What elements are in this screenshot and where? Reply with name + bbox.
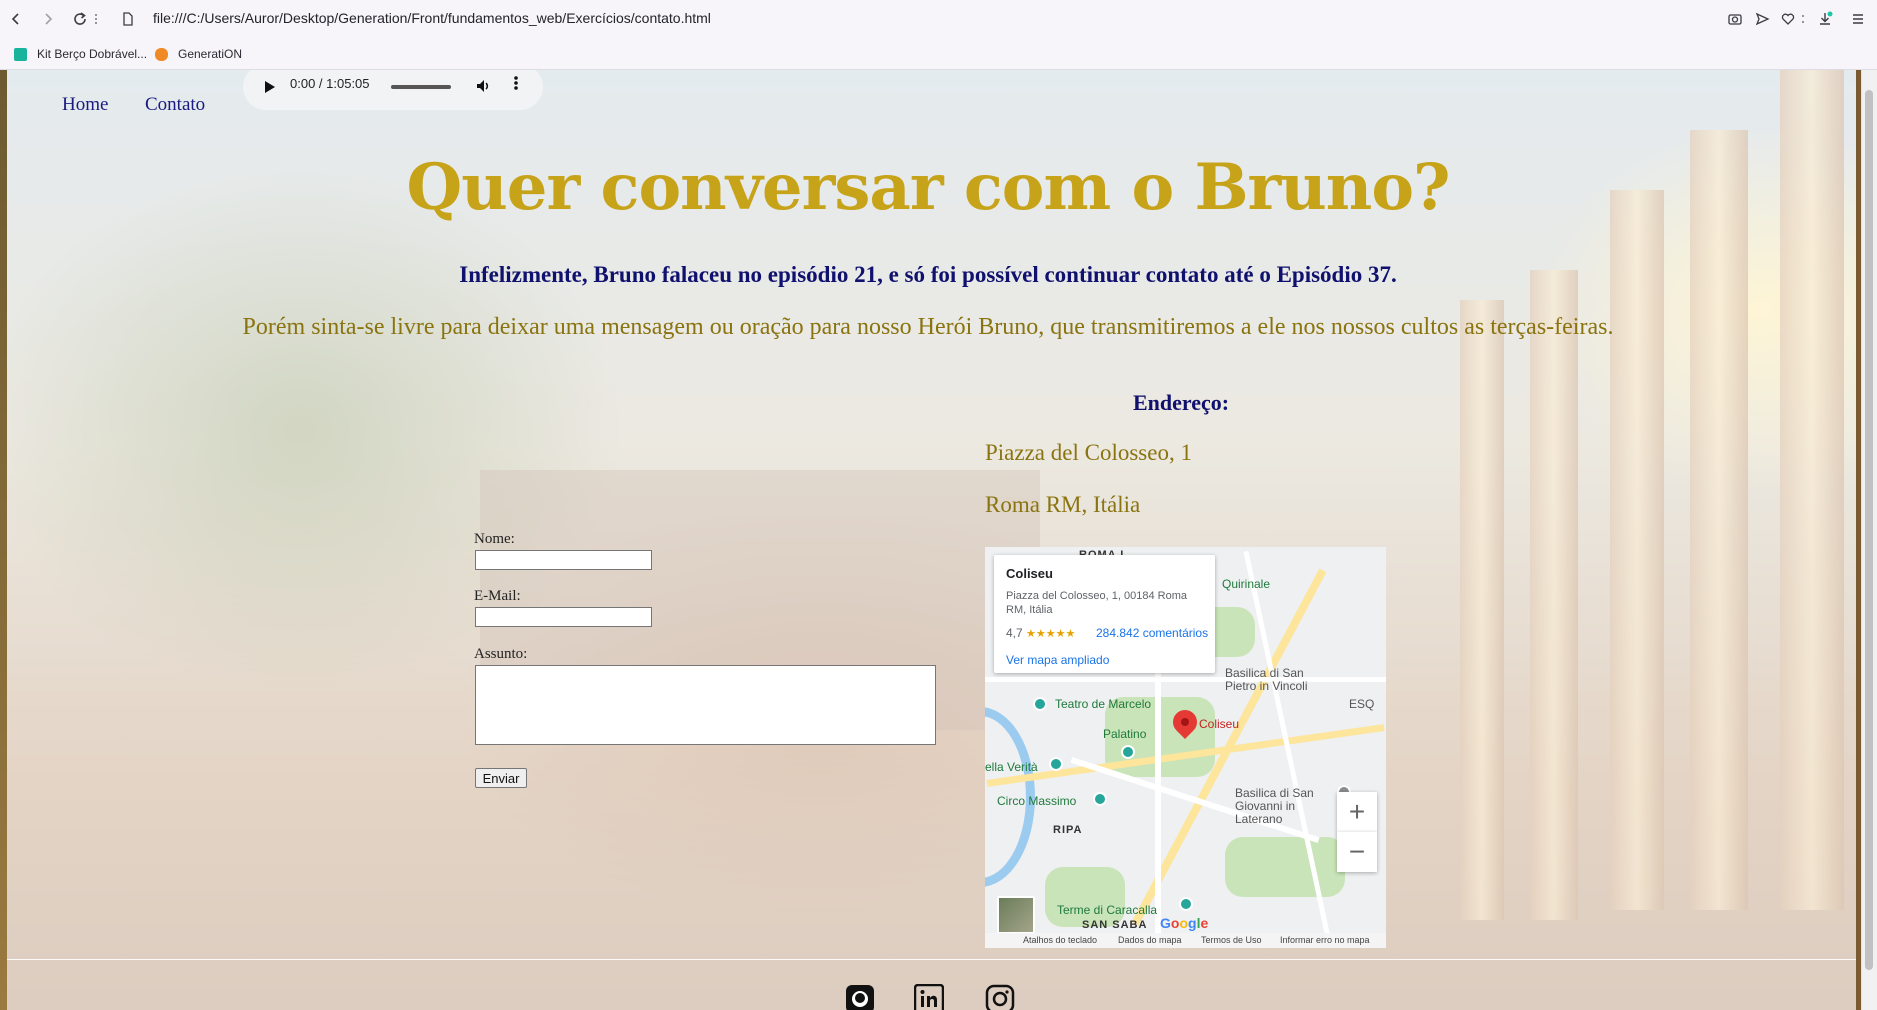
subject-label: Assunto: <box>474 646 528 662</box>
more-options-icon[interactable] <box>513 74 519 97</box>
map-road <box>985 677 1386 682</box>
page-title: Quer conversar com o Bruno? <box>406 150 1451 225</box>
volume-icon[interactable] <box>475 78 491 97</box>
map-label-san-saba: SAN SABA <box>1082 919 1148 931</box>
map-card-rating: 4,7 ★★★★★ <box>1006 626 1075 640</box>
lead-text: Infelizmente, Bruno falaceu no episódio … <box>459 262 1397 287</box>
audio-player: 0:00 / 1:05:05 <box>243 70 543 110</box>
forward-icon[interactable] <box>36 7 60 31</box>
map-card-address: Piazza del Colosseo, 1, 00184 Roma RM, I… <box>1006 590 1187 616</box>
nav-home-link[interactable]: Home <box>62 94 108 116</box>
map-park <box>1045 867 1125 927</box>
name-field[interactable] <box>475 550 652 570</box>
map-label-terme: Terme di Caracalla <box>1057 903 1158 917</box>
map-label-palatino: Palatino <box>1103 727 1147 741</box>
view-larger-map-link[interactable]: Ver mapa ampliado <box>1006 653 1109 667</box>
report-error-link[interactable]: Informar erro no mapa <box>1280 935 1370 945</box>
bookmark-label: Kit Berço Dobrável... <box>37 47 148 61</box>
scrollbar-thumb[interactable] <box>1865 90 1873 970</box>
map-label-basilica-laterano: Basilica di San Giovanni in Laterano <box>1235 786 1314 826</box>
terms-link[interactable]: Termos de Uso <box>1201 935 1262 945</box>
subject-textarea[interactable] <box>475 665 936 745</box>
map-label-teatro: Teatro de Marcelo <box>1055 697 1152 711</box>
nav-contact-link[interactable]: Contato <box>145 94 205 116</box>
footer-divider <box>7 959 1856 960</box>
google-logo: Google <box>1160 915 1209 931</box>
back-icon[interactable] <box>4 7 28 31</box>
google-map[interactable]: ROMA I Quirinale Basilica di San Pietro … <box>985 547 1386 948</box>
audio-time: 0:00 / 1:05:05 <box>290 76 370 91</box>
star-rating-icon: ★★★★★ <box>1026 628 1076 640</box>
map-card-title: Coliseu <box>1006 566 1053 581</box>
map-label-ripa: RIPA <box>1053 824 1083 836</box>
satellite-toggle[interactable] <box>997 896 1035 934</box>
map-label-basilica-vincoli: Basilica di San Pietro in Vincoli <box>1225 666 1308 693</box>
send-button[interactable]: Enviar <box>475 768 527 788</box>
map-label-esq: ESQ <box>1349 697 1375 711</box>
address-bar[interactable]: file:///C:/Users/Auror/Desktop/Generatio… <box>153 10 711 26</box>
rating-value: 4,7 <box>1006 626 1023 640</box>
play-icon[interactable] <box>265 81 275 93</box>
theater-poi-icon <box>1033 697 1047 711</box>
camera-poi-icon <box>1049 757 1063 771</box>
map-card-reviews-link[interactable]: 284.842 comentários <box>1096 626 1208 640</box>
page-viewport: Home Contato 0:00 / 1:05:05 Quer convers… <box>0 70 1877 1010</box>
zoom-in-button[interactable]: + <box>1337 792 1377 832</box>
email-field[interactable] <box>475 607 652 627</box>
park-poi-icon <box>1179 897 1193 911</box>
bookmarks-bar: Kit Berço Dobrável... GeneratiON <box>0 40 1877 68</box>
audio-progress-slider[interactable] <box>391 85 451 89</box>
address-line-1: Piazza del Colosseo, 1 <box>985 440 1192 465</box>
download-icon[interactable] <box>1813 7 1837 31</box>
map-park <box>1225 837 1345 897</box>
map-label-circo: Circo Massimo <box>997 794 1077 808</box>
email-label: E-Mail: <box>474 588 521 604</box>
name-label: Nome: <box>474 531 515 547</box>
bookmark-kit-berco[interactable]: Kit Berço Dobrável... <box>14 45 147 63</box>
page-icon <box>116 7 140 31</box>
park-poi-icon <box>1093 792 1107 806</box>
map-label-verita: ella Verità <box>985 760 1038 774</box>
camera-icon[interactable] <box>1723 7 1747 31</box>
menu-dots-icon[interactable] <box>92 7 100 31</box>
keyboard-shortcuts-link[interactable]: Atalhos do teclado <box>1023 935 1097 945</box>
map-label-quirinale: Quirinale <box>1222 577 1271 591</box>
reload-icon[interactable] <box>68 7 92 31</box>
invite-text: Porém sinta-se livre para deixar uma men… <box>242 314 1614 340</box>
cloud-icon <box>155 47 168 61</box>
bookmark-generation[interactable]: GeneratiON <box>155 45 242 63</box>
browser-chrome: file:///C:/Users/Auror/Desktop/Generatio… <box>0 0 1877 70</box>
separator-dots-icon <box>1800 7 1806 31</box>
linkedin-icon[interactable] <box>913 983 945 1010</box>
instagram-icon[interactable] <box>985 984 1015 1010</box>
hamburger-menu-icon[interactable] <box>1846 7 1870 31</box>
github-icon[interactable] <box>845 984 875 1010</box>
heart-icon[interactable] <box>1776 7 1800 31</box>
address-line-2: Roma RM, Itália <box>985 492 1141 517</box>
park-poi-icon <box>1121 745 1135 759</box>
map-label-coliseu[interactable]: Coliseu <box>1199 717 1239 731</box>
address-title: Endereço: <box>1133 390 1230 415</box>
map-data-link[interactable]: Dados do mapa <box>1118 935 1182 945</box>
map-info-card: Coliseu Piazza del Colosseo, 1, 00184 Ro… <box>994 555 1215 673</box>
zoom-out-button[interactable]: − <box>1337 832 1377 872</box>
bookmark-teal-icon <box>14 47 27 61</box>
send-icon[interactable] <box>1750 7 1774 31</box>
location-pin-dot <box>1181 718 1189 726</box>
bookmark-label: GeneratiON <box>178 47 243 61</box>
browser-toolbar: file:///C:/Users/Auror/Desktop/Generatio… <box>0 0 1877 38</box>
